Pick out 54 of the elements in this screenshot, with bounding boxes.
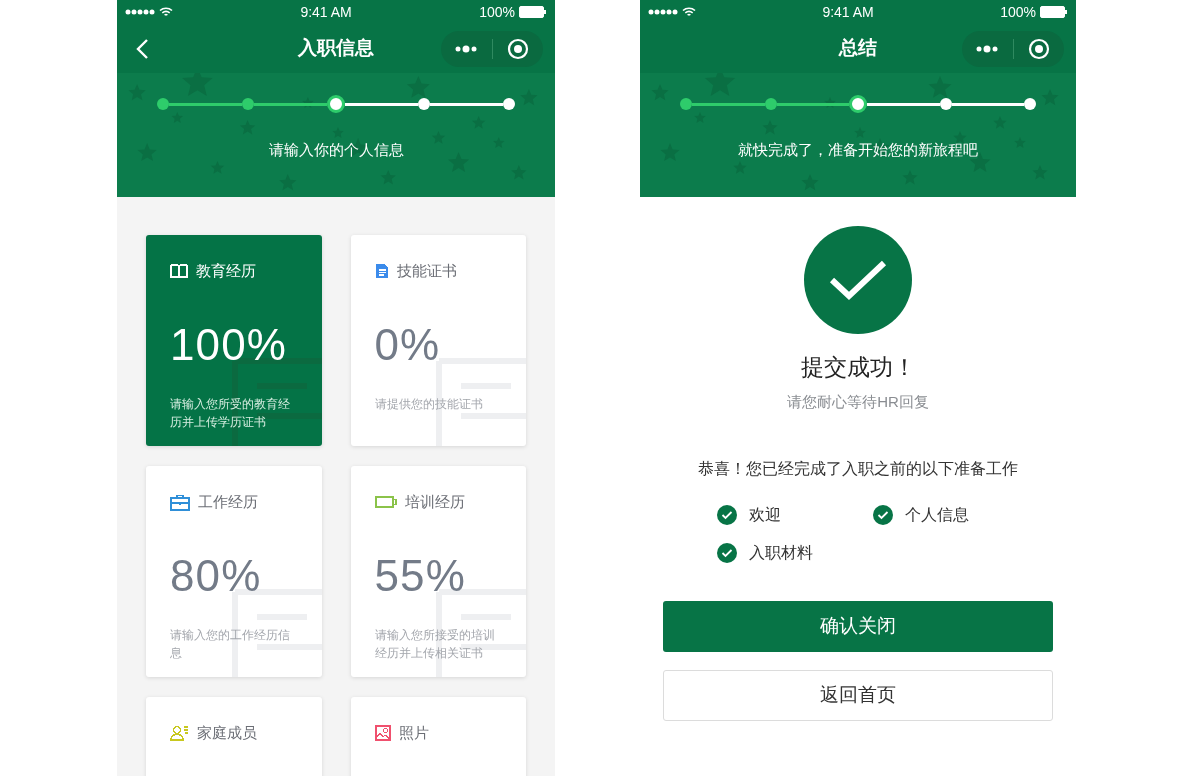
- status-time: 9:41 AM: [300, 2, 352, 22]
- back-icon: [136, 37, 150, 60]
- battery-level: 100%: [1000, 2, 1036, 22]
- target-icon: [1027, 37, 1050, 60]
- page-title: 总结: [839, 36, 877, 61]
- back-home-button[interactable]: 返回首页: [663, 670, 1053, 721]
- category-card[interactable]: 培训经历 55% 请输入您所接受的培训经历并上传相关证书: [350, 466, 526, 677]
- step-caption: 就快完成了，准备开始您的新旅程吧: [738, 141, 978, 158]
- completion-percent: 55%: [374, 554, 467, 598]
- completion-percent: 0%: [374, 323, 442, 367]
- page-title: 入职信息: [298, 36, 374, 61]
- signal-icon: [648, 9, 678, 15]
- more-icon: [975, 44, 1000, 53]
- completion-percent: 80%: [170, 554, 263, 598]
- completion-message: 恭喜！您已经完成了入职之前的以下准备工作: [698, 459, 1018, 479]
- category-card[interactable]: 家庭成员: [146, 697, 322, 776]
- person-list-icon: [170, 725, 189, 741]
- result-subtitle: 请您耐心等待HR回复: [787, 391, 929, 412]
- image-icon: [374, 725, 391, 741]
- card-description: 请输入您所接受的培训经历并上传相关证书: [374, 627, 496, 662]
- success-check-icon: [804, 226, 912, 334]
- document-icon: [374, 263, 389, 279]
- checklist-label: 个人信息: [905, 505, 969, 525]
- target-icon: [506, 37, 529, 60]
- card-title: 教育经历: [196, 260, 256, 281]
- card-title: 工作经历: [198, 491, 258, 512]
- checklist-label: 入职材料: [749, 543, 813, 563]
- status-time: 9:41 AM: [822, 2, 874, 22]
- wifi-icon: [159, 7, 173, 17]
- confirm-button[interactable]: 确认关闭: [663, 601, 1053, 652]
- card-description: 请提供您的技能证书: [374, 396, 484, 413]
- battery-icon: [519, 6, 547, 18]
- book-icon: [170, 264, 188, 278]
- result-title: 提交成功！: [800, 353, 916, 382]
- battery-icon: [374, 496, 397, 508]
- card-title: 照片: [398, 722, 429, 743]
- completion-percent: 100%: [170, 323, 288, 367]
- checklist-label: 欢迎: [749, 505, 781, 525]
- wifi-icon: [682, 7, 696, 17]
- card-description: 请输入您的工作经历信息: [170, 627, 291, 662]
- more-icon: [454, 44, 479, 53]
- category-card[interactable]: 工作经历 80% 请输入您的工作经历信息: [146, 466, 322, 677]
- card-description: 请输入您所受的教育经历并上传学历证书: [170, 396, 291, 431]
- card-title: 家庭成员: [197, 722, 257, 743]
- card-title: 技能证书: [396, 260, 457, 281]
- signal-icon: [125, 9, 155, 15]
- step-caption: 请输入你的个人信息: [268, 141, 404, 158]
- category-card[interactable]: 技能证书 0% 请提供您的技能证书: [350, 235, 526, 446]
- battery-icon: [1040, 6, 1068, 18]
- briefcase-icon: [170, 493, 190, 511]
- battery-level: 100%: [479, 2, 515, 22]
- category-card[interactable]: 照片: [350, 697, 526, 776]
- category-card[interactable]: 教育经历 100% 请输入您所受的教育经历并上传学历证书: [146, 235, 322, 446]
- card-title: 培训经历: [404, 491, 465, 512]
